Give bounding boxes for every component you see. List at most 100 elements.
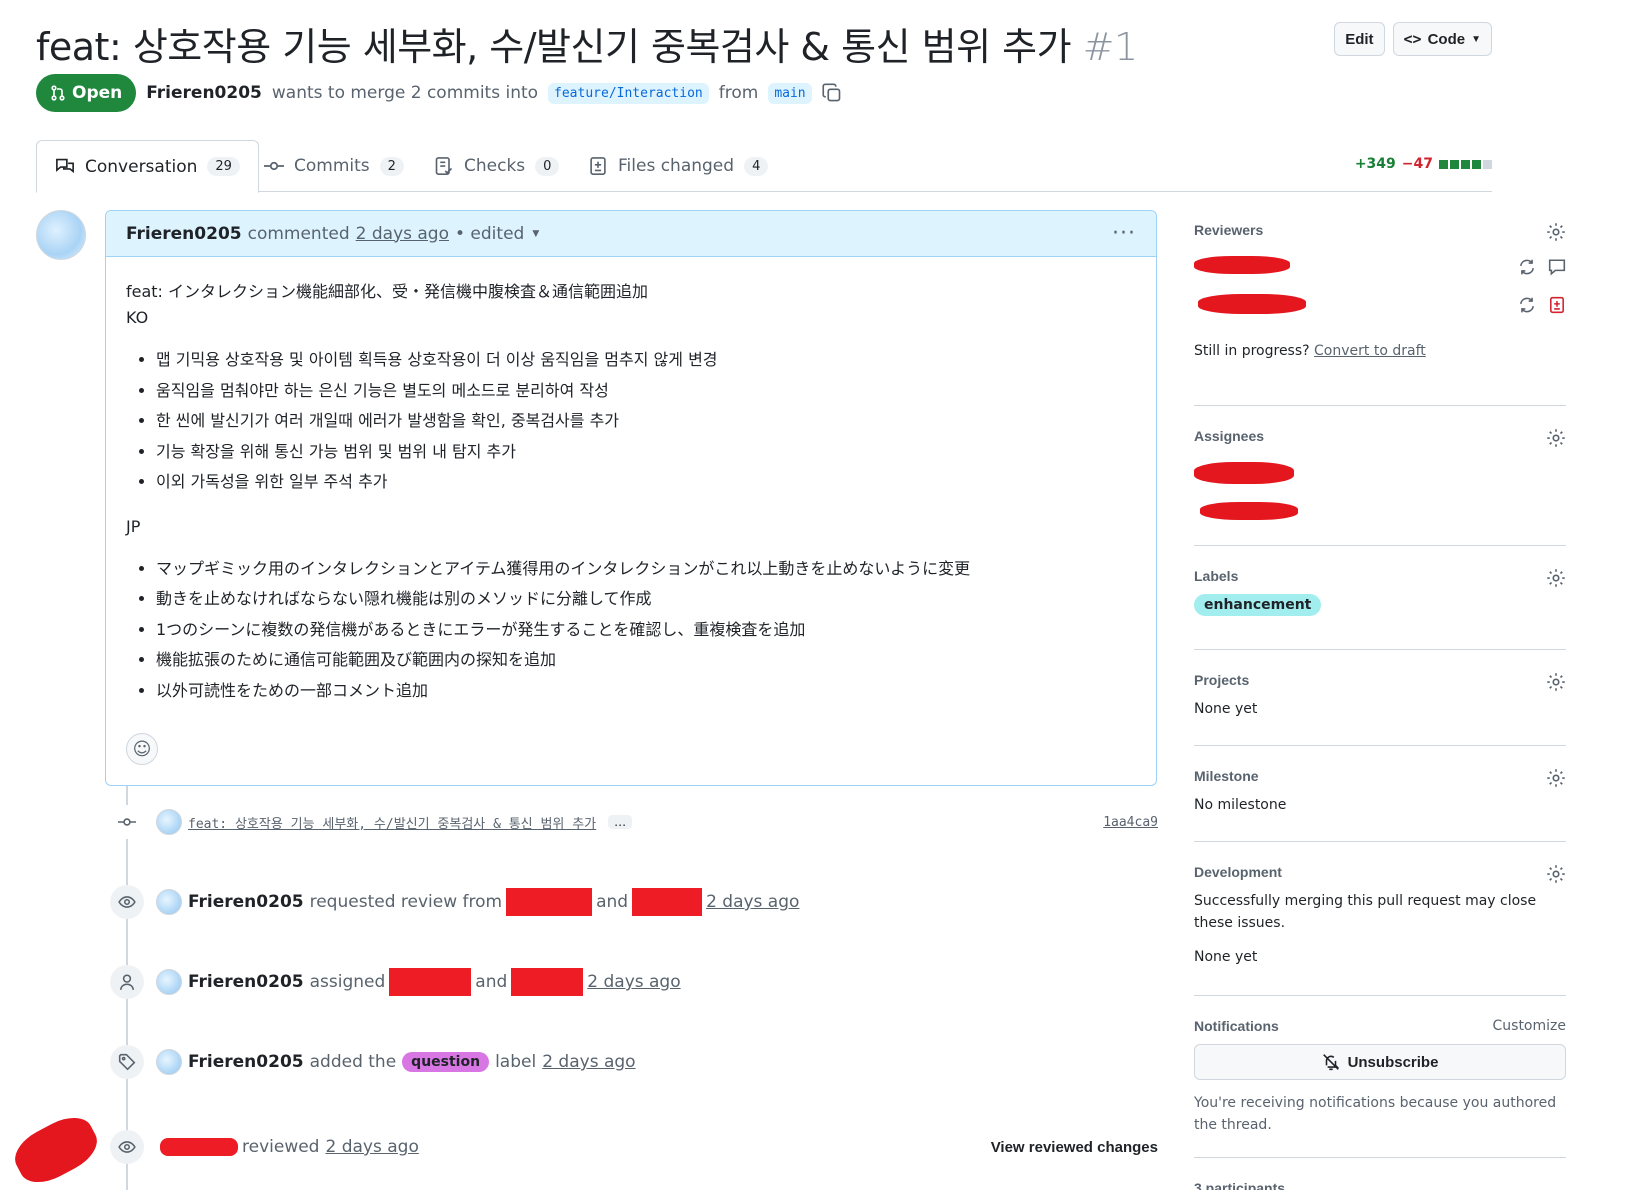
diffstat-blocks xyxy=(1439,159,1492,169)
comment-body: feat: インタレクション機能細部化、受・発信機中腹検査＆通信範囲追加 KO … xyxy=(106,257,1156,744)
code-button[interactable]: <> Code ▼ xyxy=(1392,22,1492,56)
redacted-avatar xyxy=(7,1108,105,1190)
tab-files-changed-count: 4 xyxy=(744,156,769,176)
ko-list: 맵 기믹용 상호작용 및 아이템 획득용 상호작용이 더 이상 움직임을 멈추지… xyxy=(156,345,1136,498)
event-author[interactable]: Frieren0205 xyxy=(188,892,304,912)
unsubscribe-button[interactable]: Unsubscribe xyxy=(1194,1044,1566,1080)
redacted-assignee xyxy=(1200,502,1298,520)
comment-edited[interactable]: • edited xyxy=(455,224,524,244)
comment-author[interactable]: Frieren0205 xyxy=(126,224,242,244)
milestone-title[interactable]: Milestone xyxy=(1194,768,1566,784)
avatar[interactable] xyxy=(156,889,182,915)
avatar[interactable] xyxy=(156,809,182,835)
author-link[interactable]: Frieren0205 xyxy=(146,83,262,103)
milestone-section: Milestone No milestone xyxy=(1194,746,1566,842)
pr-description-comment: Frieren0205 commented 2 days ago • edite… xyxy=(105,210,1157,786)
list-item: 움직임을 멈춰야만 하는 은신 기능은 별도의 메소드로 분리하여 작성 xyxy=(156,376,1136,407)
tab-files-changed-label: Files changed xyxy=(618,156,735,176)
gear-icon[interactable] xyxy=(1546,864,1566,884)
timeline-review-request: Frieren0205 requested review from and 2 … xyxy=(110,885,799,919)
event-text: assigned xyxy=(309,972,386,992)
label-enhancement[interactable]: enhancement xyxy=(1194,594,1322,616)
comment-icon xyxy=(1548,259,1566,276)
event-time[interactable]: 2 days ago xyxy=(325,1137,418,1157)
avatar[interactable] xyxy=(156,969,182,995)
base-branch[interactable]: feature/Interaction xyxy=(548,82,709,104)
gear-icon[interactable] xyxy=(1546,222,1566,242)
tab-commits-label: Commits xyxy=(294,156,370,176)
copy-icon[interactable] xyxy=(822,83,842,103)
development-title[interactable]: Development xyxy=(1194,864,1566,880)
tab-commits[interactable]: Commits 2 xyxy=(264,140,404,192)
event-time[interactable]: 2 days ago xyxy=(542,1052,635,1072)
tab-commits-count: 2 xyxy=(379,156,404,176)
person-icon xyxy=(110,965,144,999)
timeline-labeled: Frieren0205 added the question label 2 d… xyxy=(110,1045,636,1079)
labels-title[interactable]: Labels xyxy=(1194,568,1566,584)
redacted-user xyxy=(389,968,472,996)
more-icon[interactable]: … xyxy=(608,815,633,829)
projects-title[interactable]: Projects xyxy=(1194,672,1566,688)
view-reviewed-changes-link[interactable]: View reviewed changes xyxy=(991,1139,1158,1156)
still-in-progress: Still in progress? xyxy=(1194,343,1310,359)
convert-to-draft-link[interactable]: Convert to draft xyxy=(1314,343,1426,359)
gear-icon[interactable] xyxy=(1546,568,1566,588)
list-item: 기능 확장을 위해 통신 가능 범위 및 범위 내 탐지 추가 xyxy=(156,437,1136,468)
add-reaction-icon[interactable]: ☺ xyxy=(126,733,158,765)
event-time[interactable]: 2 days ago xyxy=(587,972,680,992)
commit-message[interactable]: feat: 상호작용 기능 세부화, 수/발신기 중복검사 & 통신 범위 추가 xyxy=(188,813,596,832)
author-avatar[interactable] xyxy=(36,210,86,260)
redacted-user xyxy=(506,888,593,916)
avatar[interactable] xyxy=(156,1049,182,1075)
sidebar: Reviewers Still in progress? Convert to … xyxy=(1194,222,1566,1190)
draft-hint: Still in progress? Convert to draft xyxy=(1194,340,1426,362)
comment-time[interactable]: 2 days ago xyxy=(356,224,449,244)
label-question[interactable]: question xyxy=(402,1052,490,1072)
commit-sha[interactable]: 1aa4ca9 xyxy=(1103,815,1158,830)
from-text: from xyxy=(718,83,759,103)
gear-icon[interactable] xyxy=(1546,672,1566,692)
pr-number: #1 xyxy=(1082,25,1139,69)
comment-header: Frieren0205 commented 2 days ago • edite… xyxy=(106,211,1156,257)
re-request-icon[interactable] xyxy=(1518,296,1536,314)
eye-icon xyxy=(110,1130,144,1164)
gear-icon[interactable] xyxy=(1546,428,1566,448)
timeline-assigned: Frieren0205 assigned and 2 days ago xyxy=(110,965,681,999)
event-author[interactable]: Frieren0205 xyxy=(188,1052,304,1072)
head-branch[interactable]: main xyxy=(768,82,812,104)
event-and: and xyxy=(475,972,508,992)
pr-meta: Open Frieren0205 wants to merge 2 commit… xyxy=(36,74,842,112)
code-button-label: Code xyxy=(1427,30,1466,48)
event-time[interactable]: 2 days ago xyxy=(706,892,799,912)
list-item: 動きを止めなければならない隠れ機能は別のメソッドに分離して作成 xyxy=(156,584,1136,615)
reviewers-title[interactable]: Reviewers xyxy=(1194,222,1566,238)
tab-files-changed[interactable]: Files changed 4 xyxy=(588,140,769,192)
header-actions: Edit <> Code ▼ xyxy=(1334,22,1492,56)
pr-tabs: Conversation 29 Commits 2 Checks 0 Files… xyxy=(36,140,1492,193)
list-item: 한 씬에 발신기가 여러 개일때 에러가 발생함을 확인, 중복검사를 추가 xyxy=(156,406,1136,437)
timeline-reviewed: reviewed 2 days ago View reviewed change… xyxy=(110,1130,1158,1164)
gear-icon[interactable] xyxy=(1546,768,1566,788)
status-label: Open xyxy=(72,83,123,103)
jp-list: マップギミック用のインタレクションとアイテム獲得用のインタレクションがこれ以上動… xyxy=(156,554,1136,707)
participants-section: 3 participants xyxy=(1194,1158,1566,1190)
tab-conversation[interactable]: Conversation 29 xyxy=(36,140,259,193)
redacted-reviewer xyxy=(1198,294,1306,314)
assignees-title[interactable]: Assignees xyxy=(1194,428,1566,444)
re-request-icon[interactable] xyxy=(1518,258,1536,276)
pull-request-icon xyxy=(51,85,65,101)
milestone-value: No milestone xyxy=(1194,797,1287,813)
event-author[interactable]: Frieren0205 xyxy=(188,972,304,992)
comment-action: commented xyxy=(247,223,350,244)
list-item: 맵 기믹용 상호작용 및 아이템 획득용 상호작용이 더 이상 움직임을 멈추지… xyxy=(156,345,1136,376)
tab-checks[interactable]: Checks 0 xyxy=(434,140,560,192)
redacted-user xyxy=(160,1138,238,1156)
event-text: added the xyxy=(309,1052,397,1072)
participants-title: 3 participants xyxy=(1194,1180,1286,1190)
caret-down-icon[interactable]: ▼ xyxy=(532,229,539,239)
list-item: 이외 가독성을 위한 일부 주석 추가 xyxy=(156,467,1136,498)
list-item: 1つのシーンに複数の発信機があるときにエラーが発生することを確認し、重複検査を追… xyxy=(156,615,1136,646)
customize-link[interactable]: Customize xyxy=(1493,1018,1567,1034)
more-options-icon[interactable]: ··· xyxy=(1112,221,1136,246)
edit-button[interactable]: Edit xyxy=(1334,22,1385,56)
